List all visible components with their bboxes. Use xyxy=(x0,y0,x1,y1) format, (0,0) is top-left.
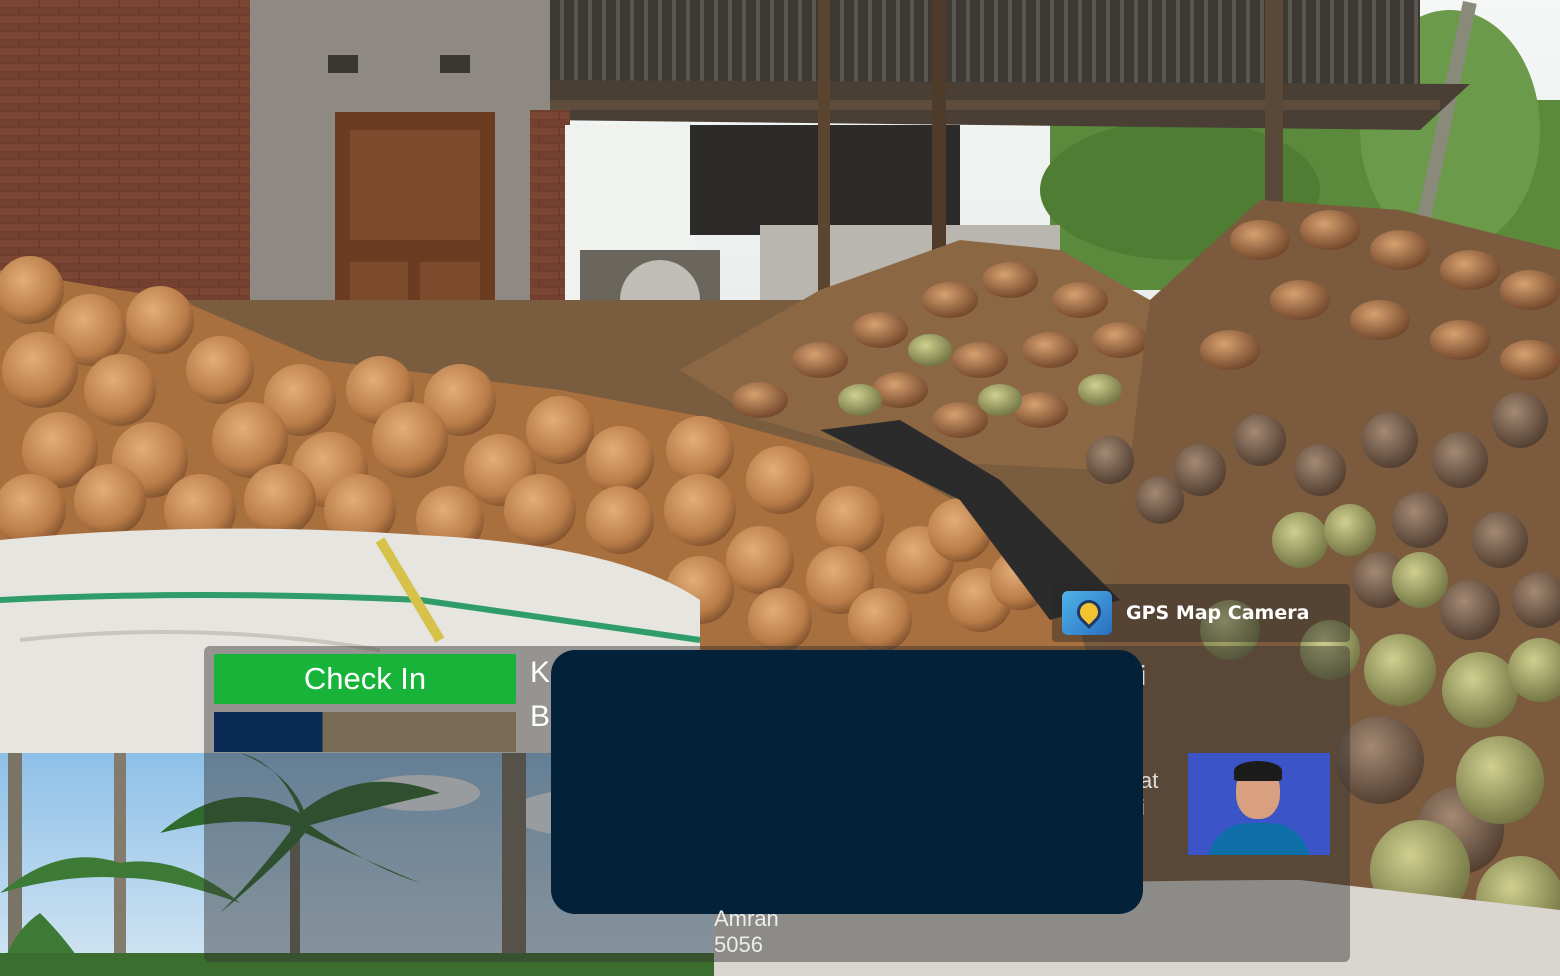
location-thumbnail xyxy=(214,712,516,752)
id-fragment: 5056 xyxy=(714,932,763,957)
gps-map-pin-icon xyxy=(1062,591,1112,635)
avatar-hair xyxy=(1234,761,1282,781)
avatar-shirt xyxy=(1208,823,1310,855)
info-line-2: B xyxy=(530,700,551,733)
redaction-block xyxy=(551,650,1143,914)
name-fragment: Amran xyxy=(714,906,779,931)
check-in-badge: Check In xyxy=(214,654,516,704)
gps-map-camera-bar: GPS Map Camera xyxy=(1052,584,1350,642)
avatar xyxy=(1188,753,1330,855)
app-name: GPS Map Camera xyxy=(1126,602,1310,624)
info-line-1: K xyxy=(530,656,551,689)
